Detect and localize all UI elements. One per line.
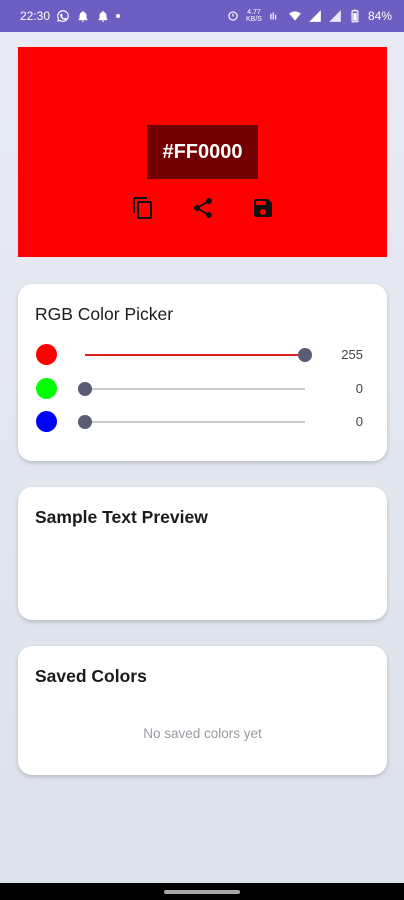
save-icon	[251, 196, 275, 220]
saved-colors-card: Saved Colors No saved colors yet	[18, 646, 387, 775]
copy-button[interactable]	[130, 195, 156, 221]
hex-code-label[interactable]: #FF0000	[147, 125, 258, 179]
color-preview: #FF0000	[18, 47, 387, 257]
status-time: 22:30	[20, 9, 51, 23]
battery-percentage: 84%	[367, 9, 392, 23]
green-slider-thumb[interactable]	[78, 382, 92, 396]
green-value: 0	[355, 381, 363, 396]
notification-bell-icon	[96, 9, 110, 23]
volte-icon	[268, 9, 282, 23]
blue-slider-thumb[interactable]	[78, 415, 92, 429]
blue-swatch	[36, 411, 57, 432]
signal-icon	[308, 9, 322, 23]
share-button[interactable]	[190, 195, 216, 221]
text-preview-title: Sample Text Preview	[35, 507, 208, 527]
text-preview-card: Sample Text Preview	[18, 487, 387, 620]
rgb-picker-card: RGB Color Picker 255 0 0	[18, 284, 387, 461]
more-notifications-dot-icon	[116, 14, 121, 18]
copy-icon	[131, 196, 155, 220]
alarm-vibrate-icon	[226, 9, 240, 23]
network-speed-value: 4.77	[247, 9, 261, 16]
green-slider[interactable]	[78, 382, 305, 396]
network-speed: 4.77 KB/S	[246, 9, 262, 23]
save-color-button[interactable]	[250, 195, 276, 221]
red-slider-thumb[interactable]	[298, 348, 312, 362]
signal-icon	[328, 9, 342, 23]
red-swatch	[36, 344, 57, 365]
green-swatch	[36, 378, 57, 399]
empty-saved-colors-message: No saved colors yet	[143, 726, 262, 741]
green-slider-row: 0	[18, 374, 387, 404]
red-slider-row: 255	[18, 340, 387, 370]
red-value: 255	[341, 347, 363, 362]
navigation-bar	[0, 883, 404, 900]
preview-actions	[130, 195, 276, 221]
blue-value: 0	[355, 414, 363, 429]
rgb-picker-title: RGB Color Picker	[35, 304, 174, 324]
status-bar: 22:30 4.77 KB/S 84%	[0, 0, 404, 32]
notification-bell-icon	[76, 9, 90, 23]
share-icon	[191, 196, 215, 220]
red-slider[interactable]	[85, 348, 312, 362]
wifi-icon	[288, 9, 302, 23]
whatsapp-icon	[56, 9, 70, 23]
battery-icon	[348, 9, 362, 23]
blue-slider-row: 0	[18, 407, 387, 437]
home-gesture-handle[interactable]	[164, 890, 240, 894]
blue-slider[interactable]	[78, 415, 305, 429]
network-speed-unit: KB/S	[246, 16, 262, 23]
saved-colors-title: Saved Colors	[35, 666, 147, 686]
red-slider-fill	[85, 354, 305, 356]
